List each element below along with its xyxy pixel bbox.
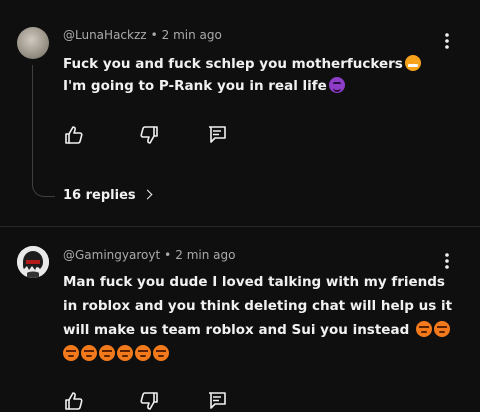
angry-face-emoji: [81, 345, 97, 361]
more-options-icon[interactable]: [437, 251, 457, 271]
comment-1: @LunaHackzz • 2 min ago Fuck you and fuck …: [0, 0, 480, 225]
reply-icon[interactable]: [206, 124, 228, 146]
angry-face-emoji: [63, 345, 79, 361]
dislike-icon[interactable]: [138, 124, 160, 146]
angry-face-emoji: [153, 345, 169, 361]
avatar[interactable]: [17, 246, 49, 278]
comment-line-2: in roblox and you think deleting chat wi…: [63, 298, 453, 314]
comment-2: @Gamingyaroyt • 2 min ago Man fuck you dud…: [0, 227, 480, 412]
comment-line-3: will make us team roblox and Sui you ins…: [63, 318, 452, 342]
comment-time: 2 min ago: [175, 248, 236, 262]
like-icon[interactable]: [63, 124, 85, 146]
comments-screen: @LunaHackzz • 2 min ago Fuck you and fuck …: [0, 0, 480, 412]
comment-line-4: [63, 342, 452, 366]
comment-time: 2 min ago: [161, 28, 222, 42]
comment-text: Fuck you and fuck schlep you motherfucke…: [63, 53, 421, 97]
meta-separator: •: [150, 28, 158, 42]
chevron-right-icon: [142, 189, 153, 200]
smiling-devil-emoji: [328, 77, 345, 93]
author-handle[interactable]: @Gamingyaroyt: [63, 248, 160, 262]
like-icon[interactable]: [63, 390, 85, 412]
comment-text: Man fuck you dude I loved talking with m…: [63, 270, 452, 366]
comment-line-1: Fuck you and fuck schlep you motherfucke…: [63, 53, 421, 75]
comment-line-1: Man fuck you dude I loved talking with m…: [63, 274, 445, 290]
replies-label: 16 replies: [63, 188, 136, 203]
comment-meta: @LunaHackzz • 2 min ago: [63, 28, 222, 42]
meta-separator: •: [164, 248, 172, 262]
author-handle[interactable]: @LunaHackzz: [63, 28, 147, 42]
angry-face-emoji: [99, 345, 115, 361]
avatar[interactable]: [17, 27, 49, 59]
angry-face-emoji: [433, 321, 450, 337]
reply-icon[interactable]: [206, 390, 228, 412]
comment-meta: @Gamingyaroyt • 2 min ago: [63, 248, 235, 262]
angry-face-emoji: [135, 345, 151, 361]
comment-line-2: I'm going to P-Rank you in real life: [63, 75, 421, 97]
angry-face-emoji: [117, 345, 133, 361]
angry-face-emoji: [415, 321, 432, 337]
thread-connector: [32, 65, 55, 197]
mouth-tape-emoji: [404, 55, 421, 71]
more-options-icon[interactable]: [437, 31, 457, 51]
view-replies-button[interactable]: 16 replies: [63, 188, 153, 203]
dislike-icon[interactable]: [138, 390, 160, 412]
